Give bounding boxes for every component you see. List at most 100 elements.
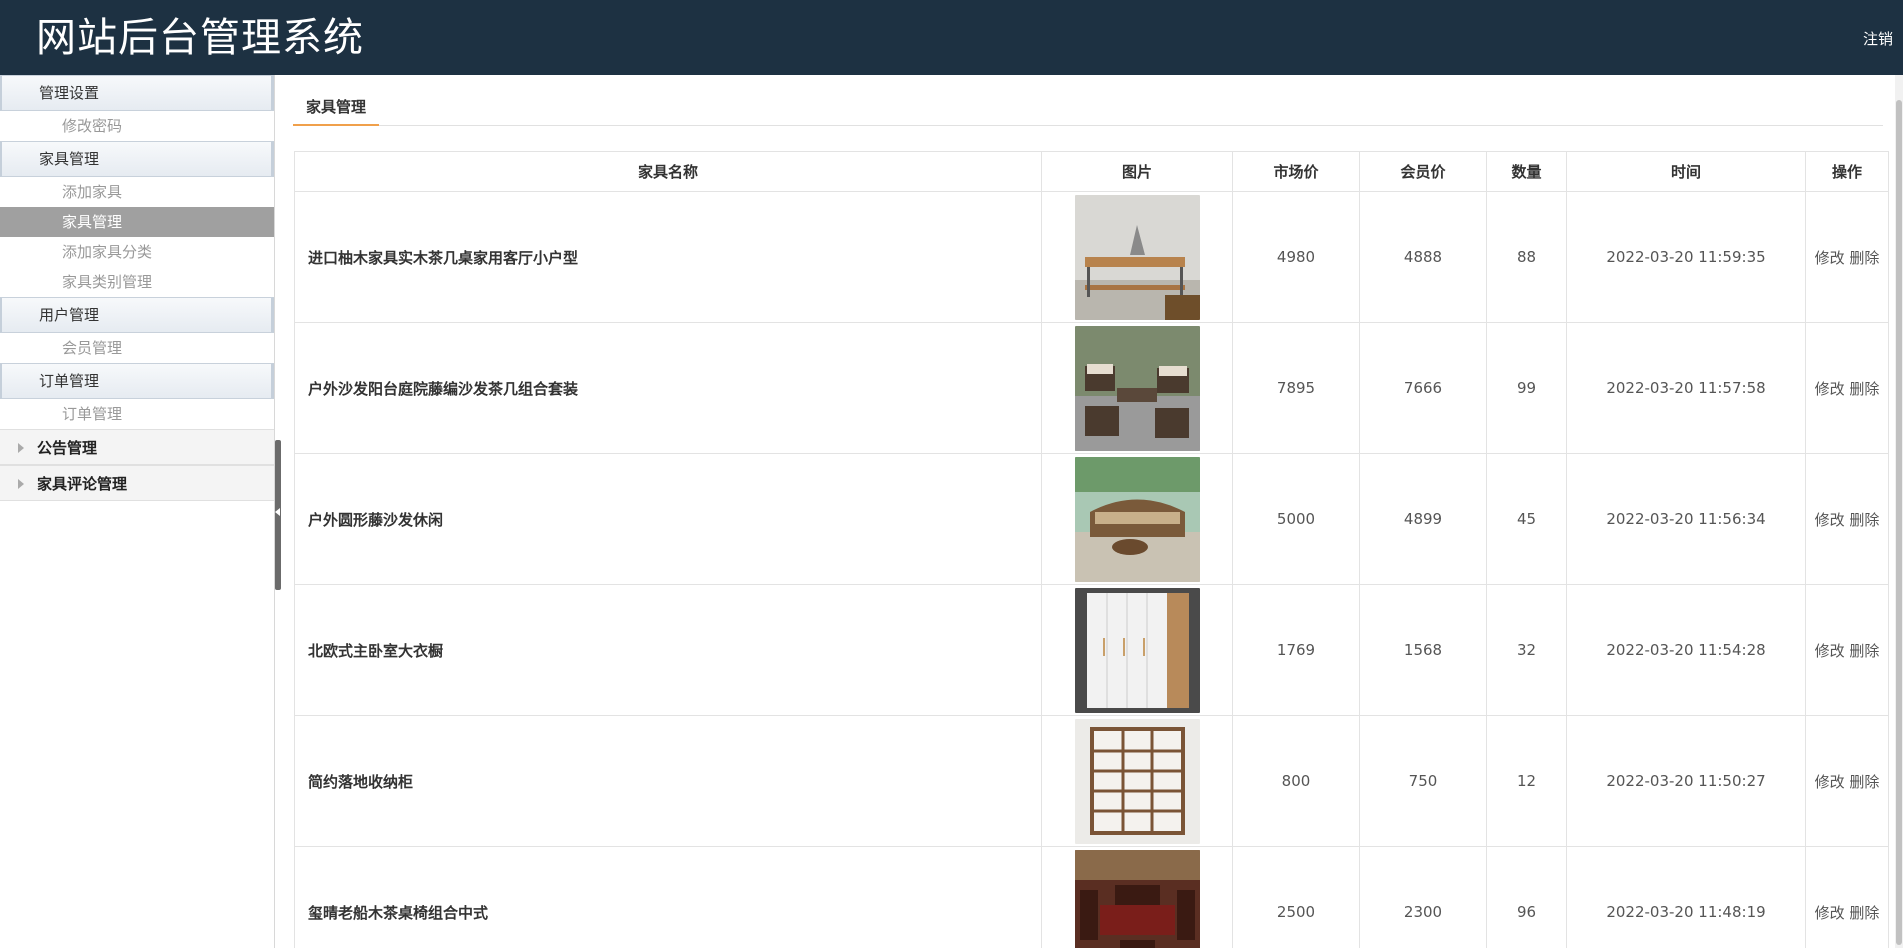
member-price: 750 <box>1359 715 1487 847</box>
sidebar-item-add-category[interactable]: 添加家具分类 <box>0 237 274 267</box>
furniture-name: 户外沙发阳台庭院藤编沙发茶几组合套装 <box>294 322 1042 454</box>
column-header-name: 家具名称 <box>294 151 1042 192</box>
table-row: 户外圆形藤沙发休闲 5000 4899 45 2022-03-20 11:56:… <box>294 453 1889 585</box>
expand-arrow-icon <box>18 443 24 453</box>
sidebar-group-label: 公告管理 <box>37 439 98 457</box>
image-cell <box>1041 453 1233 585</box>
delete-link[interactable]: 删除 <box>1849 511 1879 529</box>
market-price: 2500 <box>1232 846 1360 948</box>
column-header-quantity: 数量 <box>1486 151 1567 192</box>
quantity: 45 <box>1486 453 1567 585</box>
table-row: 玺晴老船木茶桌椅组合中式 2500 2300 96 2022-03-20 11:… <box>294 846 1889 948</box>
column-header-member-price: 会员价 <box>1359 151 1487 192</box>
member-price: 2300 <box>1359 846 1487 948</box>
actions-cell: 修改 删除 <box>1805 846 1889 948</box>
expand-arrow-icon <box>18 479 24 489</box>
sidebar-item-member-manage[interactable]: 会员管理 <box>0 333 274 363</box>
actions-cell: 修改 删除 <box>1805 584 1889 716</box>
created-time: 2022-03-20 11:56:34 <box>1566 453 1806 585</box>
sidebar-group-label: 家具评论管理 <box>37 475 128 493</box>
member-price: 4899 <box>1359 453 1487 585</box>
furniture-name: 进口柚木家具实木茶几桌家用客厅小户型 <box>294 191 1042 323</box>
market-price: 4980 <box>1232 191 1360 323</box>
app-title: 网站后台管理系统 <box>36 15 364 61</box>
image-cell <box>1041 584 1233 716</box>
quantity: 99 <box>1486 322 1567 454</box>
table-row: 北欧式主卧室大衣橱 1769 1568 32 2022-03-20 11:54:… <box>294 584 1889 716</box>
tab-bar: 家具管理 <box>293 94 1883 126</box>
quantity: 32 <box>1486 584 1567 716</box>
edit-link[interactable]: 修改 <box>1815 904 1845 922</box>
actions-cell: 修改 删除 <box>1805 322 1889 454</box>
sidebar-group-announcements[interactable]: 公告管理 <box>0 429 274 465</box>
product-image-tea-table-set <box>1074 849 1200 948</box>
delete-link[interactable]: 删除 <box>1849 904 1879 922</box>
quantity: 12 <box>1486 715 1567 847</box>
sidebar-item-furniture-manage[interactable]: 家具管理 <box>0 207 274 237</box>
sidebar-item-change-password[interactable]: 修改密码 <box>0 111 274 141</box>
image-cell <box>1041 846 1233 948</box>
product-image-wardrobe <box>1074 587 1200 713</box>
sidebar: 管理设置 修改密码 家具管理 添加家具 家具管理 添加家具分类 家具类别管理 用… <box>0 75 275 948</box>
market-price: 800 <box>1232 715 1360 847</box>
column-header-time: 时间 <box>1566 151 1806 192</box>
table-row: 简约落地收纳柜 800 750 12 2022-03-20 11:50:27 修… <box>294 715 1889 847</box>
member-price: 4888 <box>1359 191 1487 323</box>
edit-link[interactable]: 修改 <box>1815 511 1845 529</box>
table-row: 进口柚木家具实木茶几桌家用客厅小户型 4980 4888 88 2022-03-… <box>294 191 1889 323</box>
sidebar-group-furniture[interactable]: 家具管理 <box>0 141 274 177</box>
furniture-table: 家具名称 图片 市场价 会员价 数量 时间 操作 进口柚木家具实木茶几桌家用客厅… <box>294 151 1889 948</box>
delete-link[interactable]: 删除 <box>1849 249 1879 267</box>
market-price: 7895 <box>1232 322 1360 454</box>
member-price: 7666 <box>1359 322 1487 454</box>
sidebar-group-settings[interactable]: 管理设置 <box>0 75 274 111</box>
furniture-name: 户外圆形藤沙发休闲 <box>294 453 1042 585</box>
product-image-storage-shelf <box>1074 718 1200 844</box>
actions-cell: 修改 删除 <box>1805 191 1889 323</box>
product-image-round-rattan-sofa <box>1074 456 1200 582</box>
delete-link[interactable]: 删除 <box>1849 642 1879 660</box>
created-time: 2022-03-20 11:48:19 <box>1566 846 1806 948</box>
image-cell <box>1041 322 1233 454</box>
edit-link[interactable]: 修改 <box>1815 642 1845 660</box>
furniture-name: 玺晴老船木茶桌椅组合中式 <box>294 846 1042 948</box>
column-header-image: 图片 <box>1041 151 1233 192</box>
created-time: 2022-03-20 11:59:35 <box>1566 191 1806 323</box>
edit-link[interactable]: 修改 <box>1815 773 1845 791</box>
furniture-name: 简约落地收纳柜 <box>294 715 1042 847</box>
edit-link[interactable]: 修改 <box>1815 249 1845 267</box>
image-cell <box>1041 191 1233 323</box>
market-price: 5000 <box>1232 453 1360 585</box>
product-image-teak-coffee-table <box>1074 194 1200 320</box>
collapse-arrow-icon[interactable] <box>275 508 280 516</box>
furniture-name: 北欧式主卧室大衣橱 <box>294 584 1042 716</box>
created-time: 2022-03-20 11:54:28 <box>1566 584 1806 716</box>
logout-link[interactable]: 注销 <box>1863 28 1893 49</box>
delete-link[interactable]: 删除 <box>1849 380 1879 398</box>
market-price: 1769 <box>1232 584 1360 716</box>
delete-link[interactable]: 删除 <box>1849 773 1879 791</box>
table-header-row: 家具名称 图片 市场价 会员价 数量 时间 操作 <box>294 151 1889 192</box>
scrollbar-thumb[interactable] <box>1896 100 1902 945</box>
image-cell <box>1041 715 1233 847</box>
page-scrollbar[interactable] <box>1895 75 1903 948</box>
sidebar-item-category-manage[interactable]: 家具类别管理 <box>0 267 274 297</box>
quantity: 88 <box>1486 191 1567 323</box>
member-price: 1568 <box>1359 584 1487 716</box>
tab-furniture-manage[interactable]: 家具管理 <box>293 94 380 126</box>
sidebar-group-comments[interactable]: 家具评论管理 <box>0 465 274 501</box>
actions-cell: 修改 删除 <box>1805 715 1889 847</box>
sidebar-group-users[interactable]: 用户管理 <box>0 297 274 333</box>
sidebar-group-orders[interactable]: 订单管理 <box>0 363 274 399</box>
top-header: 网站后台管理系统 注销 <box>0 0 1903 75</box>
table-row: 户外沙发阳台庭院藤编沙发茶几组合套装 7895 7666 99 2022-03-… <box>294 322 1889 454</box>
created-time: 2022-03-20 11:50:27 <box>1566 715 1806 847</box>
sidebar-item-order-manage[interactable]: 订单管理 <box>0 399 274 429</box>
sidebar-item-add-furniture[interactable]: 添加家具 <box>0 177 274 207</box>
created-time: 2022-03-20 11:57:58 <box>1566 322 1806 454</box>
quantity: 96 <box>1486 846 1567 948</box>
edit-link[interactable]: 修改 <box>1815 380 1845 398</box>
product-image-rattan-sofa-set <box>1074 325 1200 451</box>
column-header-market-price: 市场价 <box>1232 151 1360 192</box>
furniture-table-container: 家具名称 图片 市场价 会员价 数量 时间 操作 进口柚木家具实木茶几桌家用客厅… <box>294 151 1889 948</box>
